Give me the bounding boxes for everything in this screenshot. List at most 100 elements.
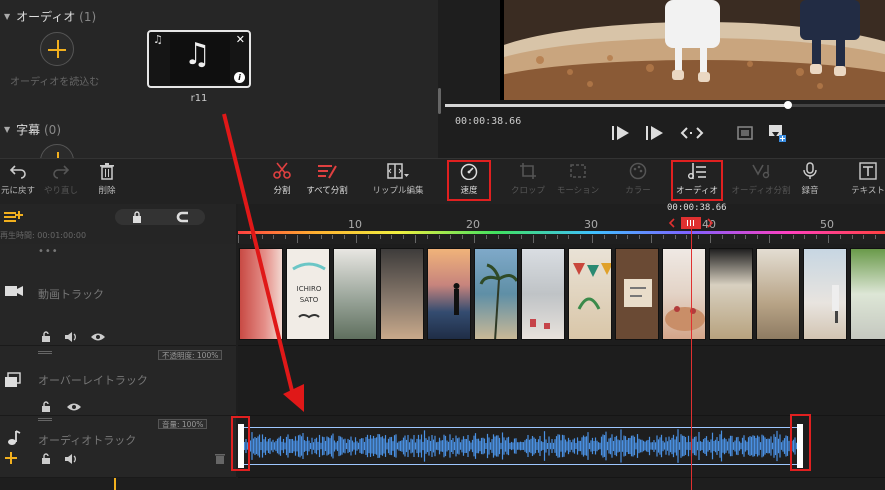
split-button[interactable]: 分割 [268, 161, 296, 196]
video-thumbnail-6 [474, 248, 518, 340]
clip-start-highlight-box [231, 416, 250, 471]
media-library-panel: ▼ オーディオ (1) オーディオを読込む ♫ ♫ ✕ i r11 ▼ 字幕 (0) [0, 0, 438, 178]
subtitle-section-count: (0) [44, 123, 61, 137]
motion-label: モーション [556, 186, 600, 196]
ruler-tick [415, 235, 416, 243]
subtitle-section-header[interactable]: ▼ 字幕 (0) [4, 121, 61, 138]
overlay-track-lane[interactable] [238, 346, 885, 416]
audio-track-trash-icon[interactable] [214, 452, 226, 465]
ruler-tick [769, 235, 770, 243]
ruler-tick [356, 235, 357, 243]
split-all-label: すべて分割 [306, 186, 348, 196]
audio-split-icon [752, 164, 770, 179]
ruler-tick [426, 235, 428, 239]
ruler-tick [438, 235, 440, 239]
overlay-track-grip-icon[interactable] [38, 351, 52, 354]
library-scrollbar[interactable] [438, 88, 441, 114]
ruler-tick [863, 235, 865, 239]
ripple-edit-label: リップル編集 [372, 186, 424, 196]
microphone-icon [803, 162, 817, 179]
ruler-label-50: 50 [820, 218, 834, 231]
cake-topper-image [500, 0, 885, 100]
ruler-tick [273, 235, 275, 239]
play-icon[interactable] [611, 124, 631, 142]
add-audio-track-icon[interactable] [4, 451, 18, 465]
redo-button[interactable]: やり直し [42, 161, 80, 196]
volume-badge: 音量: 100% [158, 419, 208, 429]
ruler-tick [627, 235, 629, 239]
ruler-tick [474, 235, 475, 243]
lock-all-icon[interactable] [131, 210, 143, 224]
text-icon [859, 162, 877, 180]
crop-icon [520, 163, 536, 179]
audio-track-lock-icon[interactable] [40, 452, 52, 465]
color-button[interactable]: カラー [622, 161, 654, 196]
snapshot-icon[interactable] [735, 124, 755, 142]
ruler-tick [403, 235, 405, 239]
ruler-tick [544, 235, 546, 239]
ruler-tick [592, 235, 593, 243]
audio-note-icon [8, 430, 21, 445]
ruler-tick [651, 235, 652, 243]
video-track-header: ••• 動画トラック [0, 244, 236, 346]
audio-section-header[interactable]: ▼ オーディオ (1) [4, 8, 96, 25]
ruler-tick [698, 235, 700, 239]
overlay-track-eye-icon[interactable] [66, 402, 82, 412]
audio-track-name: オーディオトラック [38, 434, 137, 447]
ruler-tick [379, 235, 381, 239]
audio-media-item[interactable]: ♫ ♫ ✕ i [147, 30, 251, 88]
prev-next-frame-icon[interactable] [679, 124, 705, 142]
video-track-speaker-icon[interactable] [64, 331, 78, 343]
ruler-tick [875, 235, 877, 239]
record-button[interactable]: 録音 [798, 161, 822, 196]
ripple-edit-button[interactable]: リップル編集 [368, 161, 428, 196]
track-menu-dots-icon[interactable]: ••• [38, 246, 59, 257]
ruler-tick [733, 235, 735, 239]
undo-button[interactable]: 元に戻す [0, 161, 36, 196]
video-track-lock-icon[interactable] [40, 330, 52, 343]
ruler-tick [792, 235, 794, 239]
info-icon[interactable]: i [234, 72, 245, 83]
playhead-timecode: 00:00:38.66 [667, 203, 727, 213]
remove-media-icon[interactable]: ✕ [236, 33, 245, 46]
video-thumbnail-8 [568, 248, 612, 340]
ruler-tick [662, 235, 664, 239]
ruler-tick [332, 235, 334, 239]
motion-button[interactable]: モーション [554, 161, 602, 196]
audio-track-grip-icon[interactable] [38, 418, 52, 421]
timeline-ruler[interactable]: 10 20 30 40 50 [238, 204, 885, 244]
ruler-tick [615, 235, 617, 239]
subtitle-section-title: 字幕 [16, 123, 41, 137]
import-audio-plus-icon[interactable] [40, 32, 74, 66]
text-button[interactable]: テキスト [848, 161, 885, 196]
video-track-eye-icon[interactable] [90, 332, 106, 342]
audio-section-title: オーディオ [16, 10, 76, 24]
video-thumbnail-10 [662, 248, 706, 340]
preview-progress-knob[interactable] [784, 101, 793, 109]
video-thumbnail-4 [380, 248, 424, 340]
split-all-button[interactable]: すべて分割 [302, 161, 352, 196]
audio-clip[interactable] [240, 427, 802, 465]
video-thumbnail-1 [239, 248, 283, 340]
crop-button[interactable]: クロップ [508, 161, 548, 196]
clip-end-highlight-box [790, 414, 811, 471]
ruler-tick [568, 235, 570, 239]
ruler-tick [462, 235, 464, 239]
export-frame-icon[interactable] [767, 124, 787, 142]
audio-track-speaker-icon[interactable] [64, 453, 78, 465]
audio-highlight-box [671, 160, 723, 201]
overlay-track-lock-icon[interactable] [40, 400, 52, 413]
ruler-tick [757, 235, 759, 239]
play-from-start-icon[interactable] [645, 124, 665, 142]
preview-progress-bar[interactable] [445, 101, 885, 109]
add-track-icon[interactable] [3, 209, 23, 225]
video-thumbnail-3 [333, 248, 377, 340]
ruler-tick [721, 235, 723, 239]
audio-split-button[interactable]: オーディオ分割 [730, 161, 792, 196]
video-thumbnail-12 [756, 248, 800, 340]
snap-magnet-icon[interactable] [176, 210, 190, 224]
ruler-tick [804, 235, 806, 239]
scissors-icon [273, 162, 291, 179]
delete-button[interactable]: 削除 [92, 161, 122, 196]
ruler-tick [285, 235, 287, 239]
